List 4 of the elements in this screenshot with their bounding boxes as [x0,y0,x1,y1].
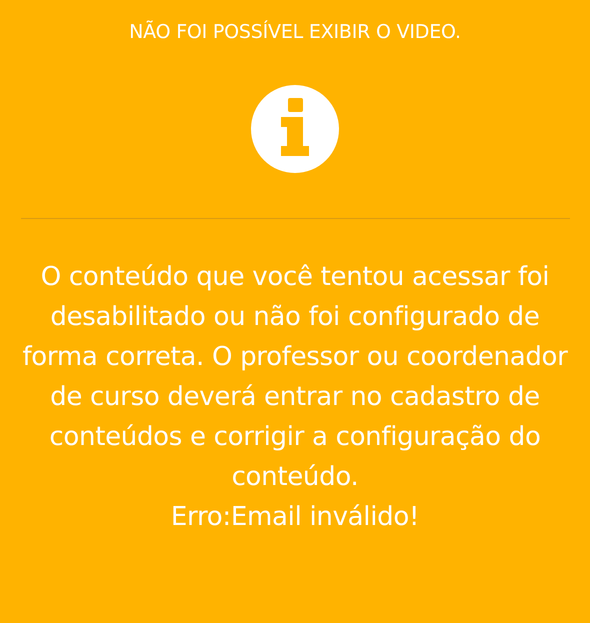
error-title: NÃO FOI POSSÍVEL EXIBIR O VIDEO. [129,19,461,45]
error-detail: Erro:Email inválido! [170,501,420,534]
error-message: O conteúdo que você tentou acessar foi desabilitado ou não foi configurado de forma correta. O professor ou coordenador de curso deverá entrar no cadastro de conteúdos e corrigir a configuração do conteúdo. [21,261,569,494]
info-icon [250,84,340,174]
